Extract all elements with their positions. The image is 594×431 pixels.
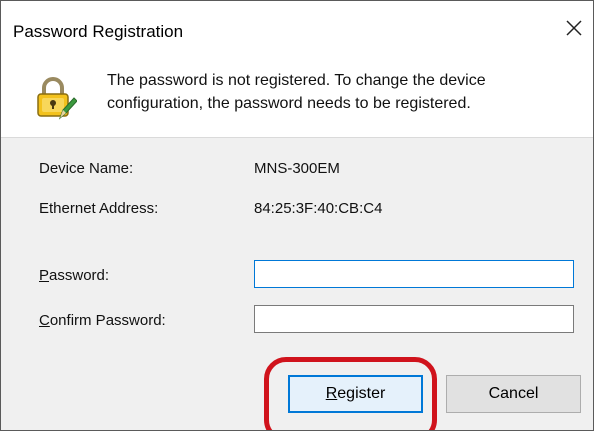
ethernet-address-value: 84:25:3F:40:CB:C4 — [254, 200, 383, 217]
device-name-value: MNS-300EM — [254, 160, 340, 177]
password-label: Password: — [39, 267, 110, 284]
confirm-password-field[interactable] — [254, 305, 574, 333]
registration-message: The password is not registered. To chang… — [107, 69, 486, 115]
message-line-1: The password is not registered. To chang… — [107, 72, 486, 89]
ethernet-address-label: Ethernet Address: — [39, 200, 159, 217]
cancel-button[interactable]: Cancel — [446, 375, 581, 413]
title-bar: Password Registration — [1, 1, 593, 63]
message-header: The password is not registered. To chang… — [1, 63, 593, 138]
close-icon — [566, 20, 582, 36]
password-field[interactable] — [254, 260, 574, 288]
password-registration-dialog: Password Registration The password is no… — [0, 0, 594, 431]
message-line-2: configuration, the password needs to be … — [107, 95, 471, 112]
lock-pencil-icon — [33, 76, 78, 120]
close-button[interactable] — [561, 15, 587, 41]
device-name-label: Device Name: — [39, 160, 134, 177]
register-highlight-annotation — [264, 357, 437, 430]
confirm-password-label: Confirm Password: — [39, 312, 166, 329]
window-title: Password Registration — [13, 22, 184, 41]
